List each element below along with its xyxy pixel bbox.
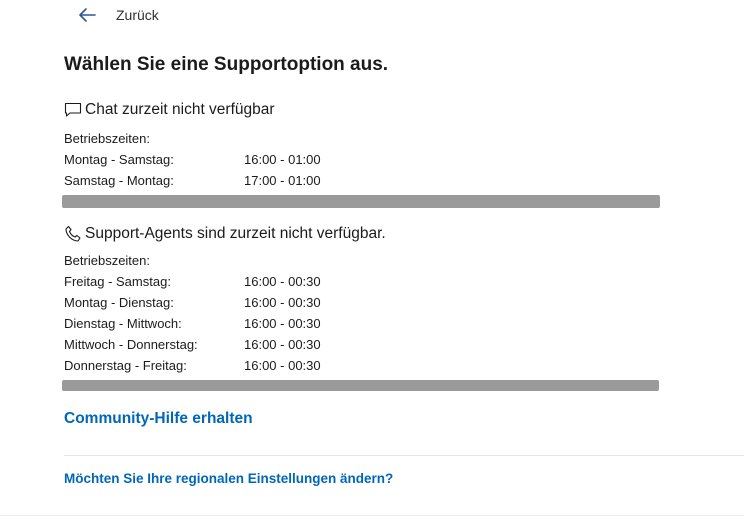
chat-hours: Betriebszeiten: Montag - Samstag: 16:00 -… bbox=[64, 128, 321, 191]
redacted-text bbox=[62, 380, 659, 391]
hours-row: Freitag - Samstag: 16:00 - 00:30 bbox=[64, 271, 321, 292]
chat-status-text: Chat zurzeit nicht verfügbar bbox=[85, 101, 275, 118]
hours-row: Mittwoch - Donnerstag: 16:00 - 00:30 bbox=[64, 334, 321, 355]
arrow-left-icon bbox=[78, 7, 96, 23]
redacted-text bbox=[62, 195, 660, 208]
hours-day: Freitag - Samstag: bbox=[64, 274, 171, 289]
divider bbox=[0, 515, 744, 516]
community-help-link[interactable]: Community-Hilfe erhalten bbox=[64, 410, 253, 428]
hours-time: 16:00 - 00:30 bbox=[244, 337, 321, 352]
hours-time: 17:00 - 01:00 bbox=[244, 173, 321, 188]
chat-hours-label: Betriebszeiten: bbox=[64, 131, 150, 146]
hours-day: Montag - Samstag: bbox=[64, 152, 174, 167]
hours-row: Donnerstag - Freitag: 16:00 - 00:30 bbox=[64, 355, 321, 376]
hours-day: Samstag - Montag: bbox=[64, 173, 174, 188]
hours-row: Montag - Dienstag: 16:00 - 00:30 bbox=[64, 292, 321, 313]
phone-hours: Betriebszeiten: Freitag - Samstag: 16:00 … bbox=[64, 250, 321, 376]
page-title: Wählen Sie eine Supportoption aus. bbox=[64, 54, 389, 75]
hours-day: Montag - Dienstag: bbox=[64, 295, 174, 310]
hours-row: Samstag - Montag: 17:00 - 01:00 bbox=[64, 170, 321, 191]
hours-time: 16:00 - 00:30 bbox=[244, 316, 321, 331]
hours-time: 16:00 - 00:30 bbox=[244, 295, 321, 310]
chat-bubble-icon bbox=[64, 101, 82, 119]
hours-time: 16:00 - 01:00 bbox=[244, 152, 321, 167]
divider bbox=[64, 455, 744, 456]
phone-section-heading: Support-Agents sind zurzeit nicht verfüg… bbox=[64, 225, 386, 243]
hours-day: Donnerstag - Freitag: bbox=[64, 358, 187, 373]
hours-row: Dienstag - Mittwoch: 16:00 - 00:30 bbox=[64, 313, 321, 334]
chat-section-heading: Chat zurzeit nicht verfügbar bbox=[64, 101, 275, 119]
hours-row: Montag - Samstag: 16:00 - 01:00 bbox=[64, 149, 321, 170]
phone-hours-label: Betriebszeiten: bbox=[64, 253, 150, 268]
regional-settings-link[interactable]: Möchten Sie Ihre regionalen Einstellunge… bbox=[64, 471, 393, 486]
back-label: Zurück bbox=[116, 7, 159, 23]
hours-time: 16:00 - 00:30 bbox=[244, 358, 321, 373]
hours-time: 16:00 - 00:30 bbox=[244, 274, 321, 289]
back-button[interactable]: Zurück bbox=[78, 4, 159, 26]
hours-day: Mittwoch - Donnerstag: bbox=[64, 337, 198, 352]
phone-status-text: Support-Agents sind zurzeit nicht verfüg… bbox=[85, 225, 386, 242]
hours-day: Dienstag - Mittwoch: bbox=[64, 316, 182, 331]
phone-icon bbox=[64, 225, 82, 243]
